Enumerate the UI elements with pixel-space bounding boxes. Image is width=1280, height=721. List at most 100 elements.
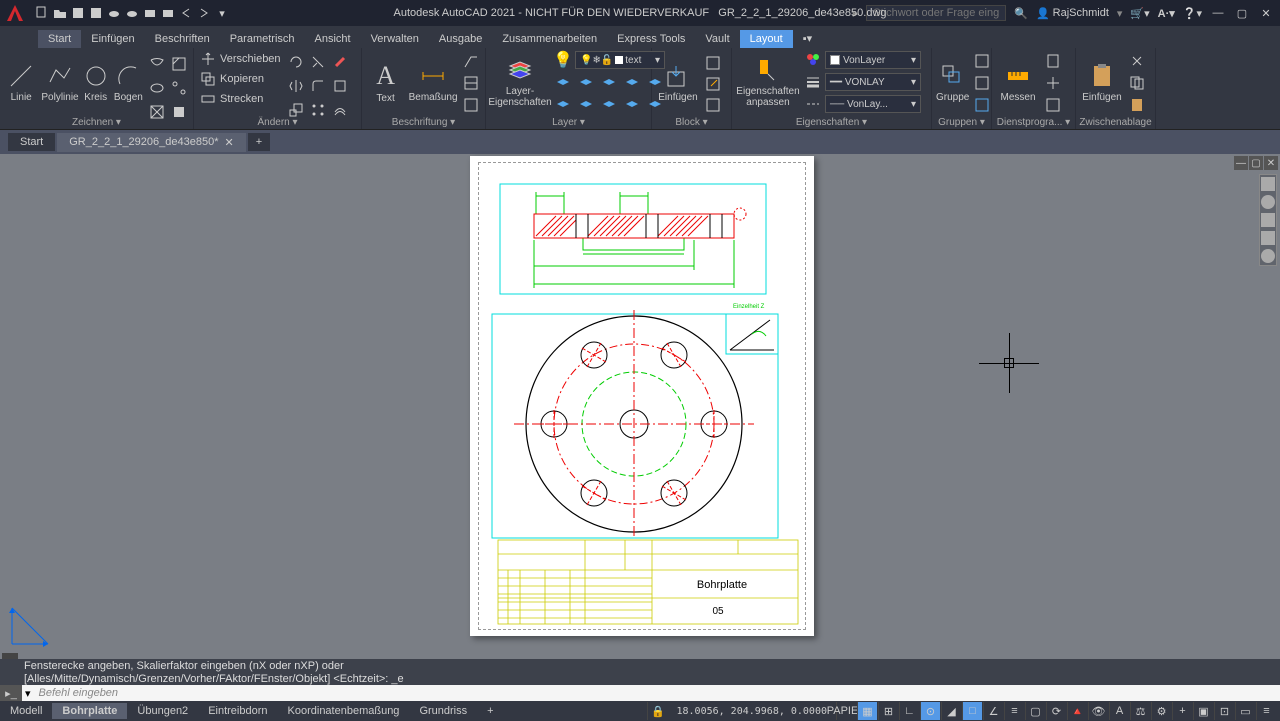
nav-wheel-icon[interactable] — [1261, 195, 1275, 209]
layer-prev-icon[interactable] — [553, 94, 573, 114]
mirror-icon[interactable] — [286, 76, 306, 96]
tab-extra-icon[interactable]: ▪▾ — [793, 29, 822, 48]
group-sel-icon[interactable] — [972, 96, 992, 114]
open-icon[interactable] — [52, 5, 68, 21]
search-icon[interactable]: 🔍 — [1014, 7, 1028, 20]
layout-eintreibdorn[interactable]: Eintreibdorn — [198, 703, 277, 719]
plot-icon[interactable] — [142, 5, 158, 21]
tab-ansicht[interactable]: Ansicht — [305, 30, 361, 48]
view-close-icon[interactable]: ✕ — [1264, 156, 1278, 170]
block-attr-icon[interactable] — [703, 97, 723, 114]
help-icon[interactable]: ❔▾ — [1183, 7, 1202, 20]
status-hw-icon[interactable]: ⊡ — [1214, 702, 1234, 720]
status-clean-icon[interactable]: ▭ — [1235, 702, 1255, 720]
block-create-icon[interactable] — [703, 54, 723, 71]
block-edit-icon[interactable] — [703, 75, 723, 92]
status-grid-icon[interactable]: ▦ — [857, 702, 877, 720]
nav-pan-icon[interactable] — [1261, 213, 1275, 227]
layer-lock-icon[interactable] — [599, 72, 619, 92]
panel-layer[interactable]: Layer ▾ — [486, 117, 651, 128]
cleanscreen-icon[interactable] — [1043, 96, 1063, 114]
polyline-button[interactable]: Polylinie — [41, 50, 78, 114]
layout-grundriss[interactable]: Grundriss — [409, 703, 477, 719]
layout-koord[interactable]: Koordinatenbemaßung — [278, 703, 410, 719]
tab-expresstools[interactable]: Express Tools — [607, 30, 695, 48]
layout-modell[interactable]: Modell — [0, 703, 52, 719]
text-button[interactable]: AText — [366, 50, 405, 114]
status-otrack-icon[interactable]: ∠ — [983, 702, 1003, 720]
panel-dienst[interactable]: Dienstprogra... ▾ — [992, 117, 1075, 128]
close-button[interactable]: ✕ — [1258, 5, 1274, 21]
status-cycle-icon[interactable]: ⟳ — [1046, 702, 1066, 720]
nav-orbit-icon[interactable] — [1261, 249, 1275, 263]
status-annoscale-icon[interactable]: 🔺 — [1067, 702, 1087, 720]
dimension-button[interactable]: Bemaßung — [408, 50, 458, 114]
panel-gruppen[interactable]: Gruppen ▾ — [932, 117, 991, 128]
linetype-combo[interactable]: ── VonLay...▾ — [825, 95, 921, 113]
cloud2-icon[interactable] — [124, 5, 140, 21]
layout-add[interactable]: + — [477, 703, 503, 719]
saveas-icon[interactable] — [88, 5, 104, 21]
close-tab-icon[interactable]: ✕ — [225, 136, 234, 149]
lineweight-combo[interactable]: ━━ VONLAY▾ — [825, 73, 921, 91]
filetab-new[interactable]: + — [248, 133, 270, 151]
rotate-icon[interactable] — [286, 52, 306, 72]
redo-icon[interactable] — [196, 5, 212, 21]
drawing-area[interactable]: — ▢ ✕ — [0, 154, 1280, 663]
status-osnap-icon[interactable]: □ — [962, 702, 982, 720]
status-annoauto-icon[interactable]: A — [1109, 702, 1129, 720]
undo-icon[interactable] — [178, 5, 194, 21]
nav-zoom-icon[interactable] — [1261, 231, 1275, 245]
circle-button[interactable]: Kreis — [82, 50, 110, 114]
table-icon[interactable] — [461, 74, 481, 92]
stretch-button[interactable]: Strecken — [198, 90, 283, 108]
copy-button[interactable]: Kopieren — [198, 70, 283, 88]
filetab-current[interactable]: GR_2_2_1_29206_de43e850*✕ — [57, 133, 245, 152]
status-lwt-icon[interactable]: ≡ — [1004, 702, 1024, 720]
explode-icon[interactable] — [330, 76, 350, 96]
block-insert-button[interactable]: Einfügen — [656, 50, 700, 114]
app-logo[interactable] — [0, 0, 30, 26]
status-ortho-icon[interactable]: ∟ — [899, 702, 919, 720]
rect-icon[interactable] — [147, 54, 167, 74]
cut-icon[interactable] — [1127, 52, 1147, 70]
status-space[interactable]: PAPIER — [836, 702, 856, 720]
user-menu[interactable]: 👤RajSchmidt — [1036, 7, 1109, 20]
status-polar-icon[interactable]: ⊙ — [920, 702, 940, 720]
layout-bohrplatte[interactable]: Bohrplatte — [52, 703, 127, 719]
tab-ausgabe[interactable]: Ausgabe — [429, 30, 492, 48]
status-trans-icon[interactable]: ▢ — [1025, 702, 1045, 720]
spline-icon[interactable] — [169, 78, 189, 98]
cloud-icon[interactable] — [106, 5, 122, 21]
filetab-start[interactable]: Start — [8, 133, 55, 151]
layer-off-icon[interactable] — [622, 72, 642, 92]
status-ws-icon[interactable]: ⚙ — [1151, 702, 1171, 720]
panel-aendern[interactable]: Ändern ▾ — [194, 117, 361, 128]
panel-eigenschaften[interactable]: Eigenschaften ▾ — [732, 117, 931, 128]
minimize-button[interactable]: — — [1210, 5, 1226, 21]
measure-button[interactable]: Messen — [996, 50, 1040, 114]
status-custom-icon[interactable]: ≡ — [1256, 702, 1276, 720]
linetype-icon[interactable] — [803, 94, 823, 114]
nav-home-icon[interactable] — [1261, 177, 1275, 191]
ungroup-icon[interactable] — [972, 52, 992, 70]
select-icon[interactable] — [1043, 74, 1063, 92]
tab-zusammenarbeiten[interactable]: Zusammenarbeiten — [492, 30, 607, 48]
layer-iso-icon[interactable] — [553, 72, 573, 92]
trim-icon[interactable] — [308, 52, 328, 72]
view-maximize-icon[interactable]: ▢ — [1249, 156, 1263, 170]
hatch-icon[interactable] — [169, 54, 189, 74]
move-button[interactable]: Verschieben — [198, 50, 283, 68]
layer-unlock-icon[interactable] — [622, 94, 642, 114]
autodesk-icon[interactable]: A·▾ — [1158, 7, 1175, 20]
arc-button[interactable]: Bogen — [113, 50, 144, 114]
panel-zeichnen[interactable]: Zeichnen ▾ — [0, 117, 193, 128]
status-snap-icon[interactable]: ⊞ — [878, 702, 898, 720]
tab-beschriften[interactable]: Beschriften — [145, 30, 220, 48]
qat-more-icon[interactable]: ▾ — [214, 5, 230, 21]
tab-vault[interactable]: Vault — [695, 30, 739, 48]
status-scale-icon[interactable]: ⚖ — [1130, 702, 1150, 720]
color-combo[interactable]: VonLayer▾ — [825, 51, 921, 69]
tab-start[interactable]: Start — [38, 30, 81, 48]
leader-icon[interactable] — [461, 52, 481, 70]
